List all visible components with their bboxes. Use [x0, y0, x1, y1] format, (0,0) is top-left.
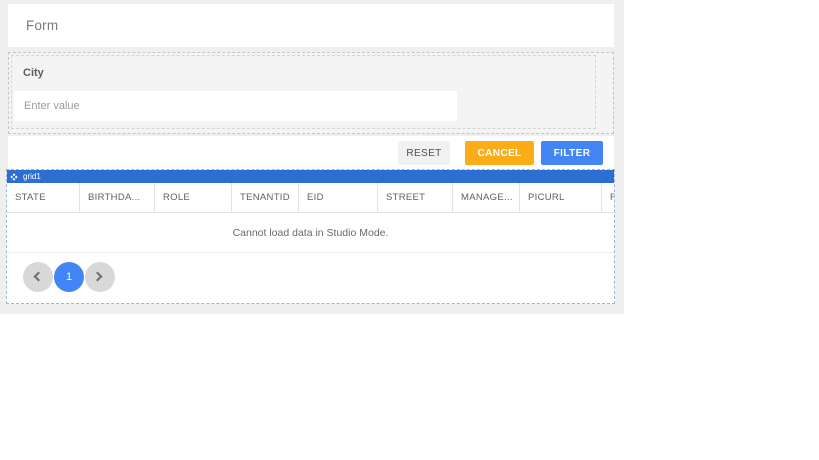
prev-page-button[interactable]: [23, 262, 53, 292]
grid-column-header[interactable]: EID: [299, 183, 378, 212]
filter-button[interactable]: FILTER: [541, 141, 603, 165]
next-page-button[interactable]: [85, 262, 115, 292]
city-field-label: City: [23, 67, 44, 79]
reset-button[interactable]: RESET: [398, 141, 450, 165]
grid-header-row: STATE BIRTHDA... ROLE TENANTID EID STREE…: [7, 183, 614, 213]
grid-column-header[interactable]: BIRTHDA...: [80, 183, 155, 212]
design-canvas: Form City RESET CANCEL FILTER grid1 STAT…: [0, 0, 624, 314]
grid-widget: grid1 STATE BIRTHDA... ROLE TENANTID EID…: [6, 169, 615, 304]
grid-column-header[interactable]: MANAGE...: [453, 183, 520, 212]
grid-column-header[interactable]: ROLE: [155, 183, 232, 212]
city-input[interactable]: [14, 91, 457, 121]
cancel-button[interactable]: CANCEL: [465, 141, 534, 165]
grid-pagination: 1: [7, 253, 614, 303]
grid-widget-drag-bar[interactable]: grid1: [7, 170, 614, 183]
grid-column-header[interactable]: PICURL: [520, 183, 602, 212]
grid-column-header[interactable]: TENANTID: [232, 183, 299, 212]
grid-column-header[interactable]: F: [602, 183, 614, 212]
form-widget-body: City: [8, 52, 614, 134]
grid-empty-message: Cannot load data in Studio Mode.: [7, 213, 614, 253]
chevron-right-icon: [92, 271, 103, 282]
studio-page: Form City RESET CANCEL FILTER grid1 STAT…: [0, 0, 819, 460]
move-icon: [10, 172, 18, 181]
form-title: Form: [26, 18, 59, 33]
current-page-button[interactable]: 1: [54, 262, 84, 292]
form-buttons-row: RESET CANCEL FILTER: [8, 136, 614, 170]
grid-column-header[interactable]: STATE: [7, 183, 80, 212]
grid-column-header[interactable]: STREET: [378, 183, 453, 212]
chevron-left-icon: [33, 271, 44, 282]
form-widget-header: Form: [8, 4, 614, 47]
grid-widget-name: grid1: [23, 172, 41, 181]
